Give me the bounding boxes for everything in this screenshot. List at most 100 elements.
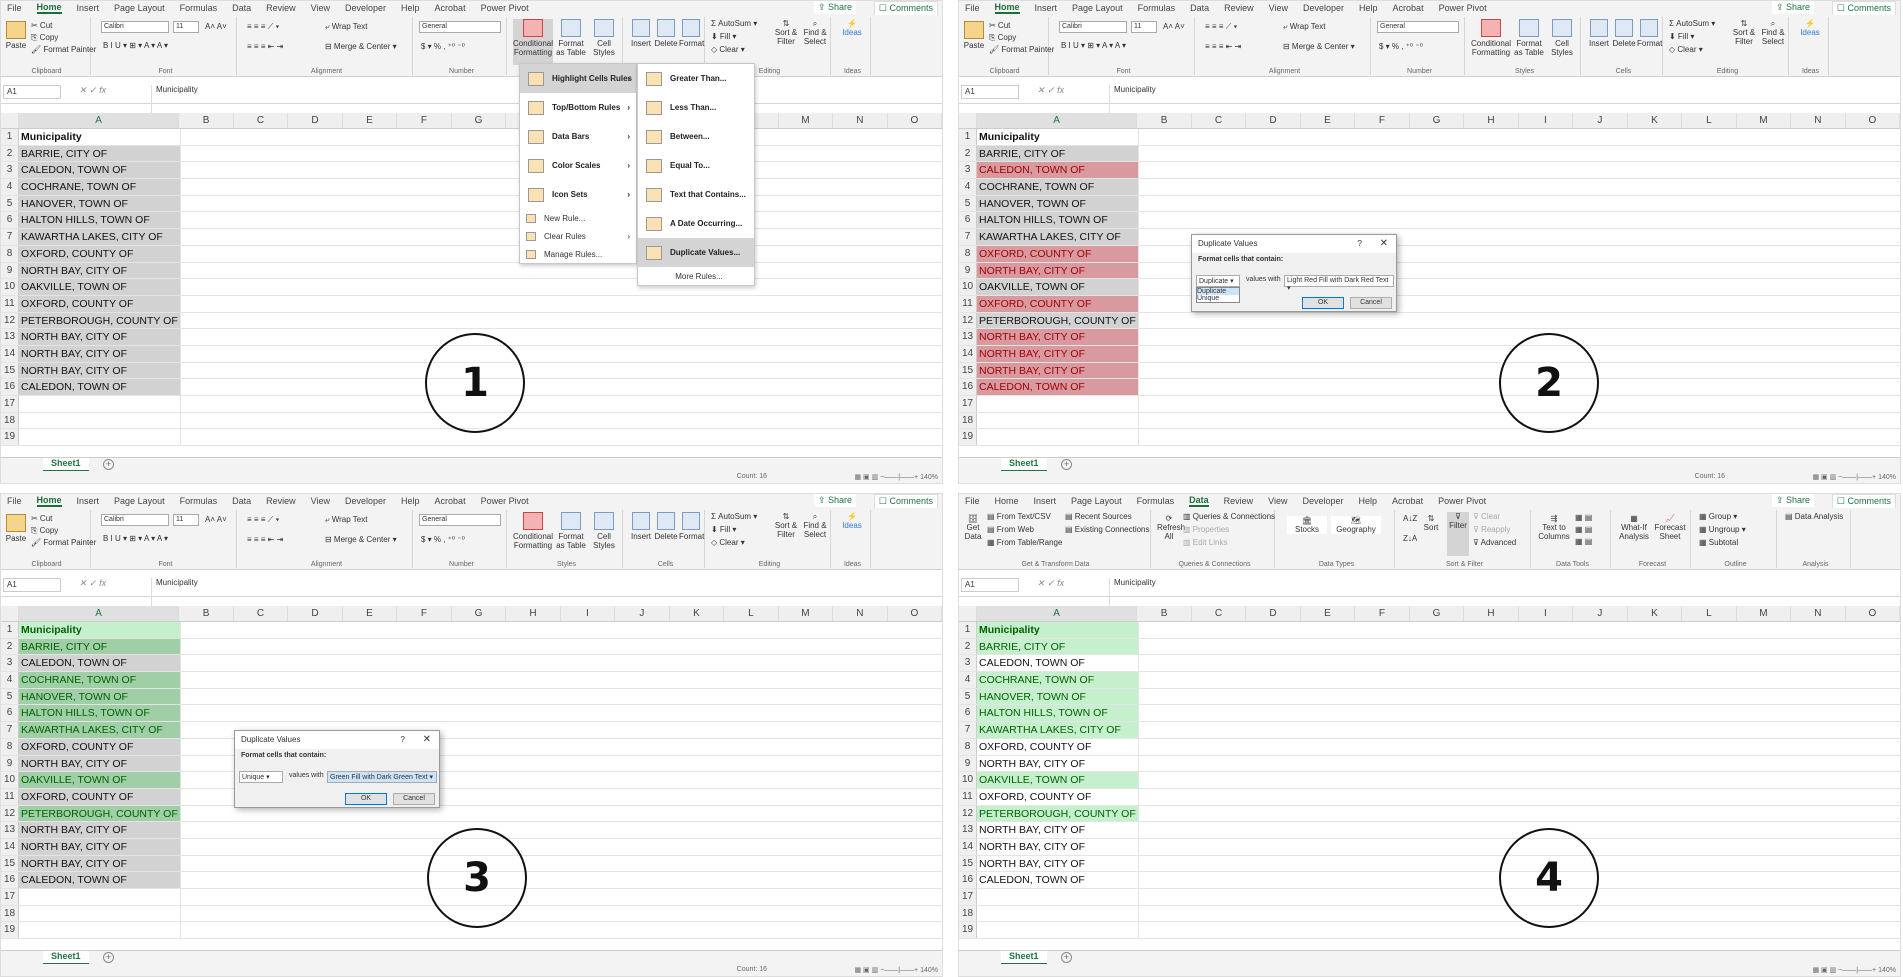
column-header-a[interactable]: A [976,113,1138,128]
format-cells-button[interactable]: Format [679,19,704,48]
select-all-corner[interactable] [959,606,977,621]
name-box[interactable]: A1 [961,85,1019,99]
what-if-button[interactable]: ▦ What-If Analysis [1617,514,1651,541]
row-header[interactable]: 5 [959,195,977,212]
row-header[interactable]: 8 [959,245,977,262]
cell-a19[interactable] [977,922,1139,939]
row-header[interactable]: 11 [1,788,19,805]
column-header-k[interactable]: K [670,606,725,621]
select-all-corner[interactable] [1,113,19,128]
number-buttons[interactable]: $ ▾ % , ⁺⁰ ⁻⁰ [421,42,465,51]
cell-a5[interactable]: HANOVER, TOWN OF [19,688,181,705]
row-header[interactable]: 5 [1,688,19,705]
cell-a2[interactable]: BARRIE, CITY OF [19,638,181,655]
sort-filter-button[interactable]: ⇅ Sort & Filter [1731,19,1757,46]
column-header-g[interactable]: G [452,113,507,128]
format-as-table-button[interactable]: Format as Table [555,19,587,57]
align-buttons-2[interactable]: ≡ ≡ ≡ ⇤ ⇥ [1205,42,1241,51]
cell-a13[interactable]: NORTH BAY, CITY OF [19,329,181,345]
comments-button[interactable]: ☐ Comments [873,1,938,16]
data-tools-icons[interactable]: ▦ ▤ ▦ ▤ ▦ ▤ [1575,512,1592,548]
row-header[interactable]: 12 [959,312,977,329]
stocks-button[interactable]: 🏛 Stocks [1287,516,1327,534]
ideas-button[interactable]: ⚡ Ideas [837,19,867,37]
row-header[interactable]: 7 [1,229,19,245]
find-select-button[interactable]: ⌕ Find & Select [801,512,829,539]
filter-button[interactable]: ⊽ Filter [1447,512,1469,556]
cut-button[interactable]: ✂ Cut [31,514,52,523]
row-header[interactable]: 1 [959,129,977,145]
from-text-csv-button[interactable]: ▤ From Text/CSV [987,512,1051,521]
font-name-select[interactable]: Calibri [101,21,169,33]
row-header[interactable]: 4 [1,179,19,195]
cut-button[interactable]: ✂ Cut [989,21,1010,30]
row-header[interactable]: 13 [1,822,19,838]
column-header-f[interactable]: F [1355,606,1410,621]
font-format-buttons[interactable]: B I U ▾ ⊞ ▾ A ▾ A ▾ [103,41,168,50]
number-format-select[interactable]: General [419,21,501,33]
cell-a1[interactable]: Municipality [977,622,1139,638]
column-header-i[interactable]: I [1519,606,1574,621]
tab-power-pivot[interactable]: Power Pivot [481,496,529,506]
delete-cells-button[interactable]: Delete [654,512,678,541]
submenu-item-equal-to-[interactable]: Equal To... [638,151,754,180]
row-header[interactable]: 14 [959,345,977,362]
share-button[interactable]: ⇪ Share [813,494,856,507]
tab-developer[interactable]: Developer [345,496,386,506]
tab-page-layout[interactable]: Page Layout [114,496,165,506]
column-header-m[interactable]: M [1737,113,1792,128]
format-painter-button[interactable]: 🖌 Format Painter [31,538,96,547]
cell-a14[interactable]: NORTH BAY, CITY OF [19,345,181,362]
tab-view[interactable]: View [311,496,330,506]
column-header-f[interactable]: F [397,606,452,621]
cell-a6[interactable]: HALTON HILLS, TOWN OF [19,705,181,722]
wrap-text-button[interactable]: ⤶ Wrap Text [1283,22,1325,32]
tab-acrobat[interactable]: Acrobat [1393,3,1424,13]
cell-a16[interactable]: CALEDON, TOWN OF [19,872,181,888]
add-sheet-button[interactable]: + [103,952,114,963]
tab-data[interactable]: Data [1189,495,1209,507]
data-analysis-button[interactable]: ▤ Data Analysis [1785,512,1843,521]
geography-button[interactable]: 🗺 Geography [1331,516,1381,534]
submenu-item-duplicate-values-[interactable]: Duplicate Values... [638,238,754,267]
menu-item-clear-rules[interactable]: Clear Rules › [520,227,636,245]
cell-a7[interactable]: KAWARTHA LAKES, CITY OF [977,722,1139,738]
cell-a6[interactable]: HALTON HILLS, TOWN OF [977,705,1139,722]
column-header-c[interactable]: C [234,113,289,128]
tab-help[interactable]: Help [401,496,420,506]
row-header[interactable]: 3 [959,162,977,179]
existing-connections-button[interactable]: ▤ Existing Connections [1065,525,1150,534]
cell-a7[interactable]: KAWARTHA LAKES, CITY OF [977,229,1139,245]
menu-item-new-rule-[interactable]: New Rule... [520,209,636,227]
tab-power-pivot[interactable]: Power Pivot [1438,496,1486,506]
column-header-d[interactable]: D [288,606,343,621]
menu-item-top-bottom-rules[interactable]: Top/Bottom Rules › [520,93,636,122]
tab-view[interactable]: View [311,3,330,13]
merge-center-button[interactable]: ⊟ Merge & Center ▾ [325,42,397,51]
cell-a3[interactable]: CALEDON, TOWN OF [19,655,181,672]
cell-a14[interactable]: NORTH BAY, CITY OF [977,345,1139,362]
row-header[interactable]: 15 [959,855,977,872]
cell-a8[interactable]: OXFORD, COUNTY OF [19,245,181,262]
tab-review[interactable]: Review [266,496,296,506]
tab-home[interactable]: Home [995,496,1019,506]
merge-center-button[interactable]: ⊟ Merge & Center ▾ [325,535,397,544]
row-header[interactable]: 11 [1,295,19,312]
cell-a5[interactable]: HANOVER, TOWN OF [977,688,1139,705]
text-to-columns-button[interactable]: ⇶ Text to Columns [1537,514,1571,541]
refresh-all-button[interactable]: ⟳ Refresh All [1157,514,1185,541]
column-header-b[interactable]: B [179,606,234,621]
cell-a13[interactable]: NORTH BAY, CITY OF [977,329,1139,345]
row-header[interactable]: 17 [959,889,977,905]
formula-input[interactable]: Municipality [1109,85,1896,115]
tab-help[interactable]: Help [401,3,420,13]
forecast-sheet-button[interactable]: 📈 Forecast Sheet [1653,514,1687,541]
cell-a9[interactable]: NORTH BAY, CITY OF [977,262,1139,279]
cell-a17[interactable] [977,396,1139,412]
row-header[interactable]: 6 [959,212,977,229]
ideas-button[interactable]: ⚡ Ideas [1795,19,1825,37]
cell-a19[interactable] [977,429,1139,446]
cut-button[interactable]: ✂ Cut [31,21,52,30]
row-header[interactable]: 16 [1,872,19,888]
sort-filter-button[interactable]: ⇅ Sort & Filter [773,512,799,539]
